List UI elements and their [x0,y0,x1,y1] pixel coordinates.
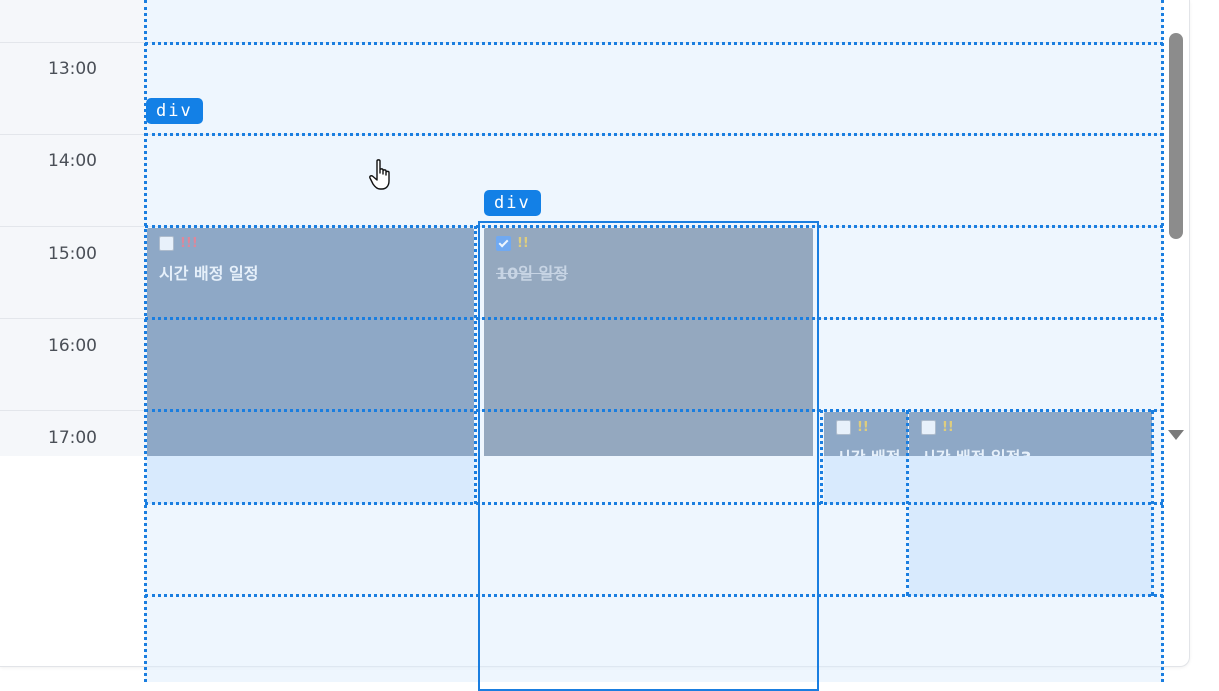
inspector-selected-element [478,221,819,691]
event-outline [474,226,477,504]
hour-label: 17:00 [48,428,97,448]
inspector-event-box [909,456,1152,596]
grid-line [1161,0,1164,682]
event-outline [820,410,823,504]
inspector-tag: div [146,98,203,124]
hand-cursor-icon [369,159,390,190]
scrollbar-thumb[interactable] [1169,33,1183,239]
hour-label: 13:00 [48,59,97,79]
hour-label: 15:00 [48,244,97,264]
event-outline [906,410,909,596]
inspector-event-box [824,456,908,504]
inspector-event-box [147,456,474,504]
inspector-tag: div [484,190,541,216]
hour-label: 16:00 [48,336,97,356]
hour-label: 14:00 [48,151,97,171]
scroll-down-arrow-icon[interactable] [1168,430,1184,440]
grid-line [145,133,1163,136]
grid-line [145,42,1163,45]
event-outline [1151,410,1154,596]
